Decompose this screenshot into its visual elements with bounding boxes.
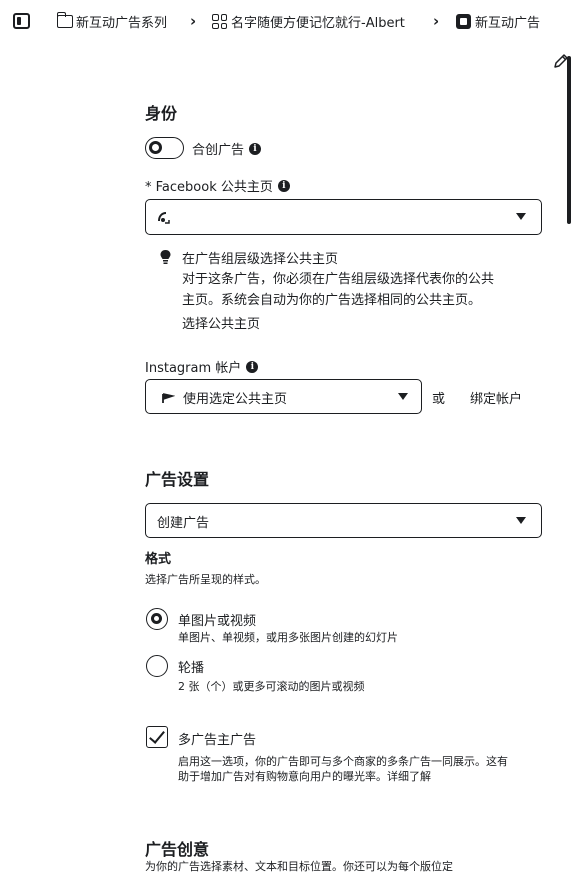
breadcrumb-ad-label: 新互动广告 [475,16,541,31]
breadcrumb-bar: 新互动广告系列 › 名字随便方便记忆就行-Albert › 新互动广告 [0,0,573,44]
instagram-label: Instagram 帐户 [145,361,242,376]
instagram-account-select[interactable]: 使用选定公共主页 [145,379,422,414]
multi-advertiser-desc-2: 助于增加广告对有购物意向用户的曝光率。详细了解 [178,770,431,783]
identity-title: 身份 [145,104,178,123]
radio-single-image-video[interactable] [146,608,168,630]
multi-advertiser-label: 多广告主广告 [178,733,257,748]
creative-title: 广告创意 [145,840,210,859]
flag-icon [162,393,175,403]
partnership-label: 合创广告 [192,143,245,158]
notice-title: 在广告组层级选择公共主页 [182,252,339,267]
breadcrumb-campaign-label: 新互动广告系列 [76,16,168,31]
info-icon[interactable]: i [249,142,262,155]
multi-advertiser-desc-1: 启用这一选项，你的广告即可与多个商家的多条广告一同展示。这有 [178,755,508,768]
notice-line-1: 对于这条广告，你必须在广告组层级选择代表你的公共 [182,272,495,287]
chevron-right-icon: › [190,12,197,30]
grid-icon [212,14,227,29]
partnership-toggle[interactable] [145,137,184,159]
caret-down-icon [516,517,526,524]
sidebar-toggle-icon[interactable] [13,13,30,29]
folder-icon [56,12,73,28]
ad-icon [456,14,471,29]
option-single-desc: 单图片、单视频，或用多张图片创建的幻灯片 [178,631,398,644]
format-description: 选择广告所呈现的样式。 [145,573,266,586]
option-single-label: 单图片或视频 [178,614,257,629]
or-text: 或 [432,392,446,407]
format-title: 格式 [145,552,172,567]
instagram-label-row: Instagram 帐户 i [145,357,259,376]
info-icon[interactable]: i [277,179,290,192]
ad-setup-title: 广告设置 [145,470,210,489]
notice-line-2: 主页。系统会自动为你的广告选择相同的公共主页。 [182,293,482,308]
facebook-page-select[interactable] [145,199,542,235]
breadcrumb-adset[interactable]: 名字随便方便记忆就行-Albert [212,12,405,31]
scrollbar[interactable] [567,56,571,224]
select-page-link[interactable]: 选择公共主页 [182,313,260,332]
caret-down-icon [398,393,408,400]
ad-creation-select[interactable]: 创建广告 [145,503,542,538]
partnership-label-row: 合创广告 i [192,139,262,158]
option-carousel-desc: 2 张（个）或更多可滚动的图片或视频 [178,680,365,693]
breadcrumb-ad[interactable]: 新互动广告 [456,12,540,31]
page-avatar-icon [158,212,170,224]
caret-down-icon [516,213,526,220]
info-icon[interactable]: i [246,360,259,373]
breadcrumb-campaign[interactable]: 新互动广告系列 [56,12,168,31]
creative-description: 为你的广告选择素材、文本和目标位置。你还可以为每个版位定 [145,860,453,873]
chevron-right-icon: › [433,12,440,30]
bind-account-button[interactable]: 绑定帐户 [470,388,522,407]
instagram-account-value: 使用选定公共主页 [183,392,288,407]
toggle-knob [149,141,162,154]
multi-advertiser-checkbox[interactable] [146,726,168,748]
facebook-label-row: * Facebook 公共主页 i [145,176,290,195]
option-carousel-label: 轮播 [178,661,205,676]
radio-carousel[interactable] [146,655,168,677]
ad-creation-value: 创建广告 [157,516,210,531]
breadcrumb-adset-label: 名字随便方便记忆就行-Albert [231,16,405,31]
lightbulb-icon [160,250,171,264]
facebook-page-label: * Facebook 公共主页 [145,180,273,195]
